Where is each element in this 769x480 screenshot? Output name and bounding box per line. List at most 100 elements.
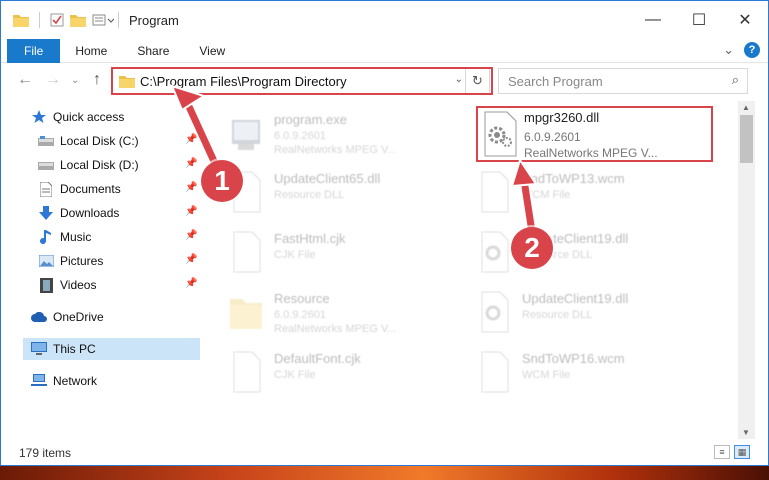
file-type: CJK File	[274, 369, 316, 381]
file-item-sndtowp13[interactable]: SndToWP13.wcm WCM File	[454, 165, 694, 219]
title-separator	[118, 12, 119, 28]
sidebar-item-label: Videos	[60, 278, 97, 292]
file-item-updateclient19-b[interactable]: UpdateClient19.dll Resource DLL	[454, 285, 694, 339]
tab-view[interactable]: View	[184, 39, 240, 63]
file-version: 6.0.9.2601	[274, 130, 326, 142]
file-item-defaultfont[interactable]: DefaultFont.cjk CJK File	[206, 345, 446, 399]
sidebar-item-videos[interactable]: Videos 📌	[38, 274, 197, 296]
up-button[interactable]: ↑	[93, 71, 101, 89]
dll-icon	[481, 231, 509, 273]
file-description: RealNetworks MPEG V...	[274, 323, 397, 335]
sidebar-item-pictures[interactable]: Pictures 📌	[38, 250, 197, 272]
file-item-fasthtml[interactable]: FastHtml.cjk CJK File	[206, 225, 446, 279]
file-name: FastHtml.cjk	[274, 231, 346, 246]
file-type: CJK File	[274, 249, 316, 261]
sidebar-item-quick-access[interactable]: Quick access	[31, 106, 124, 128]
status-bar: 179 items ≡ ▦	[1, 441, 768, 465]
minimize-button[interactable]: —	[630, 1, 676, 39]
scroll-down-icon[interactable]: ▼	[742, 428, 750, 437]
quick-access-toolbar	[13, 12, 114, 28]
desktop-background	[0, 466, 769, 480]
tab-file[interactable]: File	[7, 38, 61, 63]
tab-share[interactable]: Share	[122, 39, 184, 63]
file-name: UpdateClient19.dll	[522, 291, 629, 306]
sidebar-item-label: Local Disk (D:)	[60, 158, 139, 172]
file-name: mpgr3260.dll	[524, 110, 600, 125]
blank-file-icon	[233, 231, 261, 273]
properties-icon[interactable]	[50, 13, 64, 27]
pin-icon: 📌	[185, 134, 198, 145]
pin-icon: 📌	[185, 158, 198, 169]
vertical-scrollbar[interactable]: ▲ ▼	[738, 101, 755, 439]
details-view-icon[interactable]: ≡	[714, 445, 730, 459]
file-explorer-window: Program — ☐ ✕ File Home Share View ⌄ ? ←…	[0, 0, 769, 466]
maximize-button[interactable]: ☐	[676, 1, 722, 39]
drive-icon	[38, 133, 54, 149]
search-input[interactable]: Search Program	[508, 74, 603, 89]
pin-icon: 📌	[185, 254, 198, 265]
exe-icon	[232, 120, 260, 150]
sidebar-item-network[interactable]: Network	[31, 370, 97, 392]
drive-icon	[38, 157, 54, 173]
network-icon	[31, 373, 47, 389]
file-item-sndtowp16[interactable]: SndToWP16.wcm WCM File	[454, 345, 694, 399]
cloud-icon	[31, 309, 47, 325]
blank-file-icon	[233, 351, 261, 393]
file-name: SndToWP16.wcm	[522, 351, 625, 366]
folder-icon[interactable]	[13, 13, 29, 27]
recent-locations-button[interactable]: ⌄	[71, 75, 79, 86]
folder-icon	[230, 299, 262, 329]
new-folder-icon[interactable]	[70, 13, 86, 27]
file-item-resource[interactable]: Resource 6.0.9.2601 RealNetworks MPEG V.…	[206, 285, 446, 339]
sidebar-item-label: Downloads	[60, 206, 120, 220]
forward-button[interactable]: →	[45, 71, 61, 89]
expand-ribbon-icon[interactable]: ⌄	[723, 42, 734, 58]
file-name: SndToWP13.wcm	[522, 171, 625, 186]
search-icon[interactable]: ⌕	[732, 72, 739, 88]
blank-file-icon	[481, 171, 509, 213]
callout-badge-1: 1	[201, 160, 243, 202]
sidebar-item-local-disk-d[interactable]: Local Disk (D:) 📌	[38, 154, 197, 176]
file-item-program-exe[interactable]: program.exe 6.0.9.2601 RealNetworks MPEG…	[206, 106, 446, 160]
customize-toolbar-icon[interactable]	[92, 13, 114, 27]
ribbon-right-controls: ⌄ ?	[723, 42, 760, 58]
file-item-updateclient19-a[interactable]: UpdateClient19.dll Resource DLL	[454, 225, 694, 279]
help-icon[interactable]: ?	[744, 42, 760, 58]
item-count: 179 items	[19, 446, 72, 460]
sidebar-item-this-pc[interactable]: This PC	[23, 338, 200, 360]
file-item-updateclient65[interactable]: UpdateClient65.dll Resource DLL	[206, 165, 446, 219]
address-bar[interactable]: C:\Program Files\Program Directory ⌄ ↻	[112, 68, 490, 94]
dll-icon	[484, 111, 517, 157]
window-title: Program	[129, 12, 179, 28]
file-description: RealNetworks MPEG V...	[524, 146, 658, 160]
file-name: Resource	[274, 291, 330, 306]
pin-icon: 📌	[185, 182, 198, 193]
close-button[interactable]: ✕	[722, 1, 768, 39]
download-icon	[38, 205, 54, 221]
sidebar-item-label: Network	[53, 374, 98, 388]
address-path[interactable]: C:\Program Files\Program Directory	[140, 74, 347, 89]
sidebar-item-downloads[interactable]: Downloads 📌	[38, 202, 197, 224]
sidebar-item-label: Local Disk (C:)	[60, 134, 139, 148]
address-dropdown-icon[interactable]: ⌄	[455, 74, 463, 85]
file-type: WCM File	[522, 189, 571, 201]
file-description: RealNetworks MPEG V...	[274, 144, 397, 156]
sidebar-item-label: OneDrive	[53, 310, 104, 324]
tiles-view-icon[interactable]: ▦	[734, 445, 750, 459]
navigation-pane: Quick access Local Disk (C:) 📌 Local Dis…	[1, 101, 206, 437]
sidebar-item-music[interactable]: Music 📌	[38, 226, 197, 248]
search-box[interactable]: Search Program ⌕	[498, 68, 748, 94]
pictures-icon	[38, 253, 54, 269]
tab-home[interactable]: Home	[60, 39, 122, 63]
refresh-button[interactable]: ↻	[465, 69, 489, 93]
file-item-mpgr3260-dll[interactable]: mpgr3260.dll 6.0.9.2601 RealNetworks MPE…	[476, 106, 713, 162]
file-type: Resource DLL	[274, 189, 345, 201]
pin-icon: 📌	[185, 278, 198, 289]
scroll-up-icon[interactable]: ▲	[742, 103, 750, 112]
back-button[interactable]: ←	[17, 71, 33, 89]
sidebar-item-documents[interactable]: Documents 📌	[38, 178, 197, 200]
scroll-thumb[interactable]	[740, 115, 753, 163]
file-version: 6.0.9.2601	[524, 130, 581, 144]
sidebar-item-onedrive[interactable]: OneDrive	[31, 306, 104, 328]
sidebar-item-local-disk-c[interactable]: Local Disk (C:) 📌	[38, 130, 197, 152]
